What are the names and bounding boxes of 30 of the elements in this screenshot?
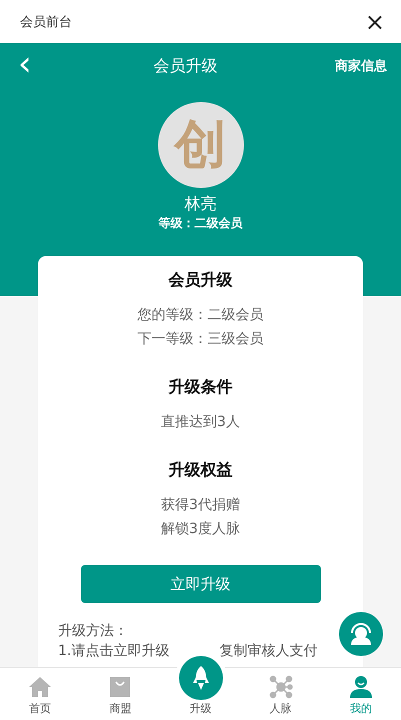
section-text: 直推达到3人 [161,413,240,432]
page-title: 会员升级 [153,56,218,76]
method-text: 1.请点击立即升级 [58,642,170,661]
level-text: 下一等级：三级会员 [138,330,264,349]
close-button[interactable]: × [364,10,385,34]
nav-tab[interactable]: 我的 [320,668,401,720]
support-button[interactable] [339,612,383,656]
back-button[interactable]: ‹ [14,47,36,81]
avatar: 创 [158,102,244,188]
nav-tab[interactable]: 人脉 [240,668,321,720]
method-text: 复制审核人支付 [219,642,318,661]
merchant-info-link[interactable]: 商家信息 [334,57,387,75]
section-title: 升级权益 [168,460,232,481]
user-icon [348,675,373,699]
user-level: 等级：二级会员 [158,215,242,232]
nav-tab[interactable]: 商盟 [80,668,160,720]
section-text: 解锁3度人脉 [161,520,240,539]
shopping-bag-icon [108,675,132,699]
section-text: 获得3代捐赠 [161,496,240,515]
level-text: 您的等级：二级会员 [138,306,264,325]
network-icon [268,675,293,699]
user-name: 林亮 [184,194,216,215]
nav-tab[interactable]: 首页 [0,668,80,720]
window-title: 会员前台 [20,14,72,30]
section-title: 升级条件 [168,377,232,398]
card-title: 会员升级 [168,270,232,291]
upgrade-button[interactable]: 立即升级 [80,565,320,603]
headset-icon [349,622,373,646]
method-title: 升级方法： [58,622,129,641]
home-icon [28,675,52,699]
